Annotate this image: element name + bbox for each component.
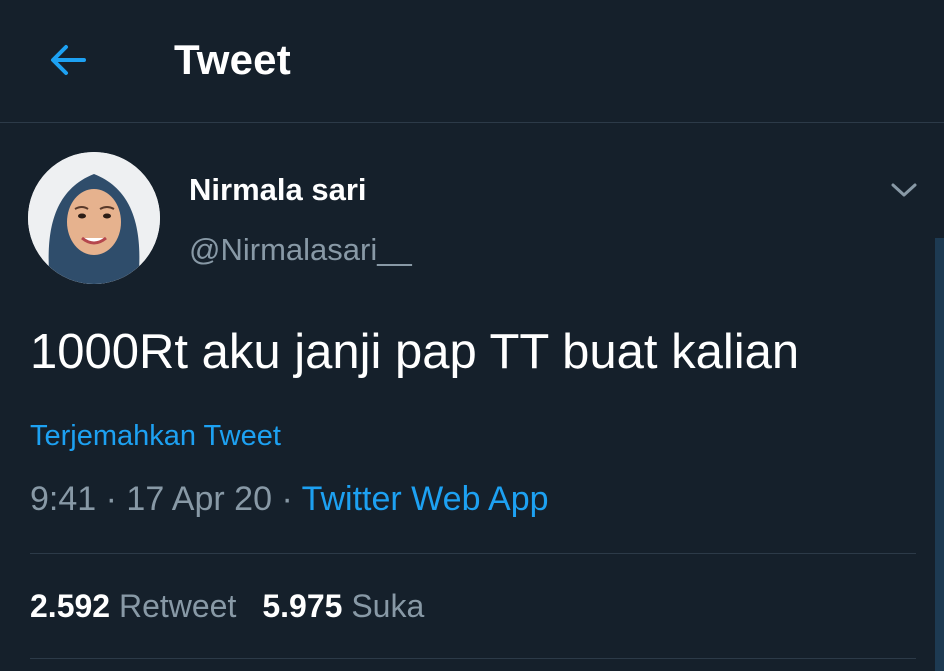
chevron-down-icon — [891, 183, 917, 197]
tweet-time: 9:41 — [30, 480, 97, 518]
profile-photo-icon — [28, 152, 160, 284]
arrow-left-icon — [51, 45, 86, 75]
tweet-text: 1000Rt aku janji pap TT buat kalian — [30, 325, 800, 379]
tweet-source-link[interactable]: Twitter Web App — [302, 480, 549, 518]
like-label: Suka — [351, 588, 425, 624]
tweet-detail-screen: Tweet Nirmala sari @Nirmalasari__ 1000Rt… — [0, 0, 944, 671]
author-display-name[interactable]: Nirmala sari — [189, 172, 367, 208]
translate-tweet-link[interactable]: Terjemahkan Tweet — [30, 420, 281, 453]
like-stat[interactable]: 5.975 Suka — [262, 588, 424, 624]
back-button[interactable] — [36, 28, 100, 92]
author-handle[interactable]: @Nirmalasari__ — [189, 232, 412, 268]
scrollbar[interactable] — [935, 238, 944, 671]
divider — [30, 658, 916, 659]
tweet-date: 17 Apr 20 — [126, 480, 272, 518]
page-title: Tweet — [174, 36, 291, 83]
retweet-stat[interactable]: 2.592 Retweet — [30, 588, 236, 624]
avatar[interactable] — [28, 152, 160, 284]
tweet-stats: 2.592 Retweet 5.975 Suka — [30, 588, 424, 625]
retweet-count: 2.592 — [30, 588, 111, 624]
tweet-metadata: 9:41 · 17 Apr 20 · Twitter Web App — [30, 480, 549, 519]
tweet-options-button[interactable] — [880, 170, 928, 210]
top-app-bar: Tweet — [0, 0, 944, 123]
divider — [30, 553, 916, 554]
meta-separator: · — [281, 480, 293, 518]
retweet-label: Retweet — [118, 588, 237, 624]
meta-separator: · — [105, 480, 117, 518]
like-count: 5.975 — [262, 588, 343, 624]
